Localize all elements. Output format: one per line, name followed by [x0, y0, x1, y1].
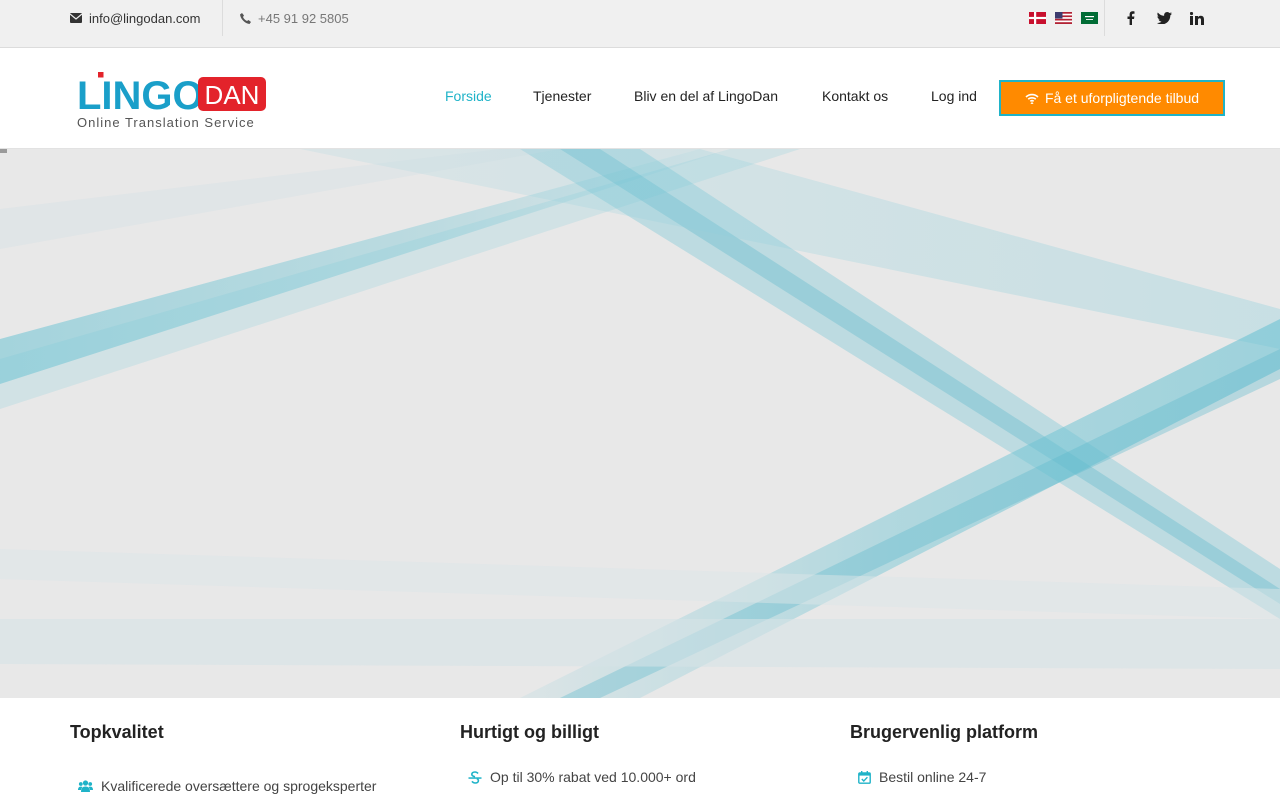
email-text[interactable]: info@lingodan.com	[89, 11, 200, 26]
quote-button-label: Få et uforpligtende tilbud	[1044, 90, 1200, 106]
feature-item-fast: Op til 30% rabat ved 10.000+ ord	[468, 769, 696, 785]
contact-phone[interactable]: +45 91 92 5805	[240, 0, 349, 36]
feature-item-quality: Kvalificerede oversættere og sprogeksper…	[78, 778, 376, 794]
linkedin-icon[interactable]	[1188, 9, 1206, 27]
main-header: LINGO DAN Online Translation Service For…	[0, 48, 1280, 149]
envelope-icon	[70, 13, 82, 23]
calendar-check-icon	[858, 770, 871, 784]
language-flags	[1029, 12, 1107, 24]
feature-text-fast: Op til 30% rabat ved 10.000+ ord	[490, 769, 696, 785]
contact-email[interactable]: info@lingodan.com	[70, 0, 200, 36]
nav-item-kontakt[interactable]: Kontakt os	[822, 88, 888, 104]
hero-corner-marker	[0, 149, 7, 153]
phone-text[interactable]: +45 91 92 5805	[258, 11, 349, 26]
feature-text-quality: Kvalificerede oversættere og sprogeksper…	[101, 778, 377, 794]
us-flag-icon[interactable]	[1055, 12, 1072, 24]
social-links	[1122, 9, 1221, 27]
feature-title-fast: Hurtigt og billigt	[460, 722, 599, 742]
saudi-flag-icon[interactable]	[1081, 12, 1098, 24]
nav-item-forside[interactable]: Forside	[445, 88, 492, 104]
nav-item-tjenester[interactable]: Tjenester	[533, 88, 591, 104]
strikethrough-icon	[468, 770, 482, 784]
feature-title-quality: Topkvalitet	[70, 722, 164, 742]
hero-banner	[0, 149, 1280, 698]
feature-item-platform: Bestil online 24-7	[858, 769, 986, 785]
hero-background-graphic	[0, 149, 1280, 698]
feature-title-platform: Brugervenlig platform	[850, 722, 1039, 742]
nav-item-bliv-en-del[interactable]: Bliv en del af LingoDan	[634, 88, 778, 104]
features-section: Topkvalitet Kvalificerede oversættere og…	[0, 698, 1280, 800]
danish-flag-icon[interactable]	[1029, 12, 1046, 24]
divider	[1104, 0, 1105, 36]
feature-text-platform: Bestil online 24-7	[879, 769, 987, 785]
users-icon	[78, 780, 93, 792]
nav-item-log-ind[interactable]: Log ind	[931, 88, 977, 104]
wifi-icon	[1025, 93, 1039, 104]
divider	[222, 0, 223, 36]
quote-button[interactable]: Få et uforpligtende tilbud	[999, 80, 1225, 116]
top-bar: info@lingodan.com +45 91 92 5805	[0, 0, 1280, 48]
twitter-icon[interactable]	[1155, 9, 1173, 27]
main-nav: Forside Tjenester Bliv en del af LingoDa…	[0, 48, 1280, 148]
facebook-icon[interactable]	[1122, 9, 1140, 27]
phone-icon	[240, 12, 251, 24]
